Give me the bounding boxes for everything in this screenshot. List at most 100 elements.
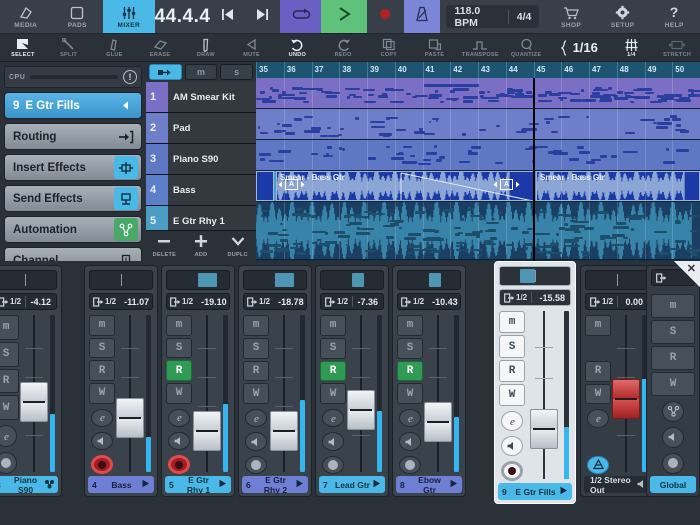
midi-note[interactable] (468, 152, 478, 155)
midi-note[interactable] (454, 227, 461, 230)
midi-note[interactable] (524, 243, 533, 246)
output-row[interactable]: 1/2 -4.12 (0, 293, 57, 310)
midi-note[interactable] (691, 92, 694, 95)
fader-handle[interactable] (530, 409, 558, 449)
midi-note[interactable] (391, 157, 404, 160)
lane-pad[interactable] (256, 109, 700, 140)
midi-note[interactable] (355, 117, 358, 120)
tool-draw[interactable]: DRAW (183, 34, 229, 61)
midi-note[interactable] (272, 89, 279, 92)
edit-button[interactable]: e (0, 425, 17, 447)
midi-note[interactable] (526, 91, 531, 94)
midi-note[interactable] (658, 99, 667, 102)
midi-note[interactable] (296, 208, 303, 211)
midi-note[interactable] (299, 92, 307, 95)
quantize-value-selector[interactable]: 1/16 (549, 34, 608, 61)
midi-note[interactable] (406, 252, 412, 255)
midi-note[interactable] (328, 135, 339, 138)
fader-handle[interactable] (193, 411, 221, 451)
midi-note[interactable] (453, 88, 469, 91)
fader-handle[interactable] (116, 398, 144, 438)
record-enable-button[interactable] (399, 456, 421, 474)
midi-note[interactable] (368, 94, 373, 97)
midi-note[interactable] (440, 101, 444, 104)
midi-note[interactable] (327, 146, 332, 149)
midi-note[interactable] (486, 222, 499, 225)
tool-mute[interactable]: MUTE (229, 34, 275, 61)
midi-note[interactable] (424, 133, 435, 136)
midi-note[interactable] (278, 234, 290, 237)
midi-note[interactable] (479, 91, 485, 94)
midi-note[interactable] (613, 226, 629, 229)
skip-to-start-button[interactable] (210, 0, 245, 33)
midi-note[interactable] (396, 129, 406, 132)
midi-note[interactable] (511, 227, 517, 230)
midi-note[interactable] (558, 97, 566, 100)
midi-note[interactable] (320, 135, 327, 138)
midi-note[interactable] (581, 251, 588, 254)
midi-note[interactable] (676, 99, 691, 102)
solo-button[interactable]: S (397, 338, 423, 359)
midi-note[interactable] (666, 148, 670, 151)
midi-note[interactable] (545, 245, 551, 248)
midi-note[interactable] (657, 122, 671, 125)
global-strip[interactable]: m S R W Global (646, 265, 700, 497)
midi-note[interactable] (381, 95, 386, 98)
midi-note[interactable] (327, 127, 331, 130)
midi-note[interactable] (688, 94, 699, 97)
midi-note[interactable] (675, 221, 681, 224)
timeline-ruler[interactable]: 35 36 37 38 39 40 41 42 43 44 45 46 47 4… (256, 62, 700, 78)
midi-note[interactable] (630, 101, 634, 104)
automation-marker[interactable]: A (493, 179, 520, 190)
volume-fader[interactable] (115, 313, 144, 474)
midi-note[interactable] (634, 96, 650, 99)
lane-am-smear-kit[interactable] (256, 78, 700, 109)
volume-fader[interactable] (525, 309, 562, 481)
midi-note[interactable] (470, 215, 483, 218)
midi-note[interactable] (672, 118, 681, 121)
global-name-bar[interactable]: Global (650, 476, 696, 493)
midi-note[interactable] (426, 152, 437, 155)
inspector-item-insert-effects[interactable]: Insert Effects (4, 154, 142, 181)
channel-name-bar[interactable]: 3 Piano S90 (0, 476, 58, 493)
midi-note[interactable] (428, 97, 439, 100)
midi-note[interactable] (596, 211, 608, 214)
midi-note[interactable] (490, 237, 497, 240)
midi-note[interactable] (511, 96, 525, 99)
midi-note[interactable] (458, 232, 463, 235)
midi-note[interactable] (624, 216, 636, 219)
volume-fader[interactable] (192, 313, 221, 474)
midi-note[interactable] (302, 88, 311, 91)
midi-note[interactable] (522, 231, 530, 234)
midi-note[interactable] (429, 94, 442, 97)
midi-note[interactable] (259, 153, 271, 156)
midi-note[interactable] (558, 116, 570, 119)
close-mixer-button[interactable]: ✕ (674, 261, 700, 287)
channel-name-bar[interactable]: 8 Ebow Gtr (396, 476, 462, 493)
midi-note[interactable] (616, 222, 626, 225)
alert-icon[interactable]: ! (123, 70, 137, 84)
record-enable-button[interactable] (501, 461, 523, 481)
midi-note[interactable] (479, 218, 484, 221)
midi-note[interactable] (459, 161, 470, 164)
midi-note[interactable] (556, 233, 559, 236)
midi-note[interactable] (429, 121, 431, 124)
midi-note[interactable] (294, 97, 306, 100)
channel-strip[interactable]: 1/2 -4.12 m S R W e (0, 265, 62, 497)
read-automation-button[interactable]: R (243, 361, 269, 382)
midi-note[interactable] (360, 228, 374, 231)
midi-note[interactable] (480, 95, 484, 98)
midi-note[interactable] (611, 155, 616, 158)
read-automation-button[interactable]: R (166, 360, 192, 381)
midi-note[interactable] (260, 158, 265, 161)
midi-note[interactable] (260, 91, 264, 94)
midi-note[interactable] (330, 155, 333, 158)
midi-note[interactable] (282, 124, 292, 127)
master-name-bar[interactable]: 1/2 Stereo Out (584, 476, 650, 493)
channel-name-bar[interactable]: 4 Bass (88, 476, 154, 493)
midi-note[interactable] (463, 96, 478, 99)
inspector-item-routing[interactable]: Routing (4, 123, 142, 150)
midi-note[interactable] (408, 233, 421, 236)
midi-note[interactable] (311, 153, 317, 156)
midi-note[interactable] (463, 100, 473, 103)
